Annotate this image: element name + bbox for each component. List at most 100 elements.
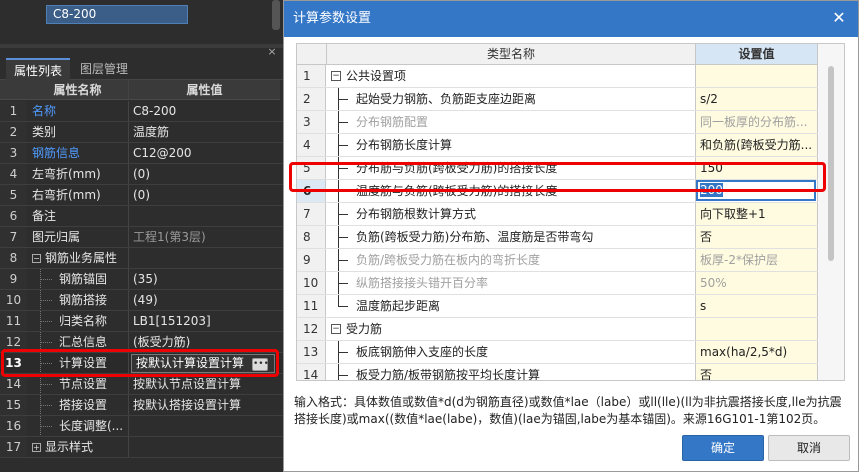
row-number: 1 bbox=[297, 65, 326, 87]
row-number: 1 bbox=[0, 101, 27, 121]
ellipsis-icon[interactable]: ••• bbox=[252, 358, 269, 371]
value-editor[interactable]: 按默认计算设置计算 ••• bbox=[131, 354, 275, 373]
param-name: 分布钢筋根数计算方式 bbox=[326, 203, 696, 225]
property-panel: C8-200 × 属性列表 图层管理 属性名称 属性值 1 名称 C8-200 2 类别… bbox=[0, 0, 283, 472]
param-value[interactable]: s bbox=[696, 295, 818, 317]
group-row[interactable]: 1− 公共设置项 bbox=[297, 65, 818, 88]
collapse-icon[interactable]: − bbox=[331, 71, 341, 81]
tree-branch bbox=[338, 191, 348, 192]
collapse-icon[interactable]: − bbox=[331, 324, 341, 334]
property-name-text: 右弯折(mm) bbox=[32, 188, 101, 202]
component-list-scrollbar[interactable] bbox=[272, 0, 280, 30]
param-grid: 类型名称 设置值 1− 公共设置项 2 起始受力钢筋、负筋距支座边距离 s/2 3 分布钢筋… bbox=[296, 43, 845, 381]
scrollbar-thumb[interactable] bbox=[828, 66, 834, 261]
param-row[interactable]: 2 起始受力钢筋、负筋距支座边距离 s/2 bbox=[297, 88, 818, 111]
property-value[interactable]: (35) bbox=[128, 269, 280, 289]
property-value[interactable]: C8-200 bbox=[128, 101, 280, 121]
param-row[interactable]: 4 分布钢筋长度计算 和负筋(跨板受力筋... bbox=[297, 134, 818, 157]
tab-property-list[interactable]: 属性列表 bbox=[6, 58, 71, 80]
row-number: 13 bbox=[297, 341, 326, 363]
property-row[interactable]: 3 钢筋信息 C12@200 bbox=[0, 143, 283, 164]
tab-layer-management[interactable]: 图层管理 bbox=[72, 58, 136, 80]
panel-divider[interactable] bbox=[0, 44, 283, 48]
property-name-text: 钢筋信息 bbox=[32, 146, 81, 160]
property-row[interactable]: 12 汇总信息 (板受力筋) bbox=[0, 332, 283, 353]
property-value[interactable] bbox=[128, 206, 280, 226]
property-name: 长度调整(... bbox=[27, 416, 128, 436]
property-value[interactable]: (49) bbox=[128, 290, 280, 310]
param-row[interactable]: 8 负筋(跨板受力筋)分布筋、温度筋是否带弯勾 否 bbox=[297, 226, 818, 249]
param-name-text: 板受力筋/板带钢筋按平均长度计算 bbox=[356, 368, 541, 381]
param-value[interactable]: max(ha/2,5*d) bbox=[696, 341, 818, 363]
property-row[interactable]: 16 长度调整(... bbox=[0, 416, 283, 437]
param-row[interactable]: 5 分布筋与负筋(跨板受力筋)的搭接长度 150 bbox=[297, 157, 818, 180]
property-value[interactable]: (0) bbox=[128, 164, 280, 184]
param-row[interactable]: 9 负筋/跨板受力筋在板内的弯折长度 板厚-2*保护层 bbox=[297, 249, 818, 272]
property-name: 类别 bbox=[27, 122, 128, 142]
property-value[interactable]: C12@200 bbox=[128, 143, 280, 163]
param-row[interactable]: 6 温度筋与负筋(跨板受力筋)的搭接长度 200 bbox=[297, 180, 818, 203]
collapse-icon[interactable]: − bbox=[32, 254, 41, 263]
property-value[interactable]: (板受力筋) bbox=[128, 332, 280, 352]
param-value: 板厚-2*保护层 bbox=[696, 249, 818, 271]
property-value[interactable] bbox=[128, 248, 280, 268]
property-row[interactable]: 9 钢筋锚固 (35) bbox=[0, 269, 283, 290]
property-row[interactable]: 15 搭接设置 按默认搭接设置计算 bbox=[0, 395, 283, 416]
param-value[interactable]: 200 bbox=[696, 180, 818, 202]
grid-scrollbar[interactable] bbox=[818, 44, 844, 380]
property-row[interactable]: 6 备注 bbox=[0, 206, 283, 227]
property-value[interactable]: LB1[151203] bbox=[128, 311, 280, 331]
param-value[interactable]: s/2 bbox=[696, 88, 818, 110]
param-value[interactable]: 和负筋(跨板受力筋... bbox=[696, 134, 818, 156]
property-value[interactable]: 温度筋 bbox=[128, 122, 280, 142]
param-name-text: 分布钢筋配置 bbox=[356, 115, 429, 129]
param-row[interactable]: 13 板底钢筋伸入支座的长度 max(ha/2,5*d) bbox=[297, 341, 818, 364]
param-row[interactable]: 11 温度筋起步距离 s bbox=[297, 295, 818, 318]
property-row[interactable]: 13 计算设置 按默认计算设置计算 ••• bbox=[0, 353, 283, 374]
param-row[interactable]: 14 板受力筋/板带钢筋按平均长度计算 否 bbox=[297, 364, 818, 381]
property-row[interactable]: 4 左弯折(mm) (0) bbox=[0, 164, 283, 185]
tree-branch bbox=[40, 363, 52, 364]
property-row[interactable]: 7 图元归属 工程1(第3层) bbox=[0, 227, 283, 248]
dialog-title-bar[interactable]: 计算参数设置 bbox=[284, 1, 858, 37]
property-value[interactable]: 按默认节点设置计算 bbox=[128, 374, 280, 394]
property-row[interactable]: 5 右弯折(mm) (0) bbox=[0, 185, 283, 206]
value-edit-field[interactable]: 200 bbox=[696, 180, 816, 201]
param-name-text: 纵筋搭接接头错开百分率 bbox=[356, 276, 489, 290]
cancel-button[interactable]: 取消 bbox=[768, 435, 850, 461]
group-row[interactable]: 12− 受力筋 bbox=[297, 318, 818, 341]
row-number: 7 bbox=[0, 227, 27, 247]
tree-branch bbox=[338, 375, 348, 376]
param-value[interactable]: 150 bbox=[696, 157, 818, 179]
param-row[interactable]: 3 分布钢筋配置 同一板厚的分布筋... bbox=[297, 111, 818, 134]
property-row[interactable]: 8− 钢筋业务属性 bbox=[0, 248, 283, 269]
ok-button[interactable]: 确定 bbox=[682, 435, 764, 461]
header-setting-value: 设置值 bbox=[696, 44, 818, 65]
param-value[interactable]: 否 bbox=[696, 226, 818, 248]
property-row[interactable]: 11 归类名称 LB1[151203] bbox=[0, 311, 283, 332]
tree-branch bbox=[40, 342, 52, 343]
row-number: 15 bbox=[0, 395, 27, 415]
expand-icon[interactable]: + bbox=[32, 443, 41, 452]
property-value[interactable] bbox=[128, 437, 280, 457]
property-row[interactable]: 10 钢筋搭接 (49) bbox=[0, 290, 283, 311]
property-row[interactable]: 17 + 显示样式 bbox=[0, 437, 283, 458]
property-value[interactable]: (0) bbox=[128, 185, 280, 205]
dialog-title: 计算参数设置 bbox=[293, 11, 372, 26]
close-icon[interactable]: ✕ bbox=[830, 9, 848, 27]
property-value[interactable]: 按默认计算设置计算 ••• bbox=[128, 353, 280, 373]
param-value[interactable]: 向下取整+1 bbox=[696, 203, 818, 225]
param-name-text: 分布筋与负筋(跨板受力筋)的搭接长度 bbox=[356, 161, 558, 175]
component-list-item[interactable]: C8-200 bbox=[46, 5, 188, 24]
property-value[interactable]: 按默认搭接设置计算 bbox=[128, 395, 280, 415]
param-row[interactable]: 7 分布钢筋根数计算方式 向下取整+1 bbox=[297, 203, 818, 226]
close-icon[interactable]: × bbox=[266, 46, 278, 58]
param-value[interactable]: 否 bbox=[696, 364, 818, 380]
property-value[interactable]: 工程1(第3层) bbox=[128, 227, 280, 247]
property-name: 归类名称 bbox=[27, 311, 128, 331]
property-row[interactable]: 2 类别 温度筋 bbox=[0, 122, 283, 143]
property-row[interactable]: 1 名称 C8-200 bbox=[0, 101, 283, 122]
param-row[interactable]: 10 纵筋搭接接头错开百分率 50% bbox=[297, 272, 818, 295]
property-row[interactable]: 14 节点设置 按默认节点设置计算 bbox=[0, 374, 283, 395]
property-value[interactable] bbox=[128, 416, 280, 436]
